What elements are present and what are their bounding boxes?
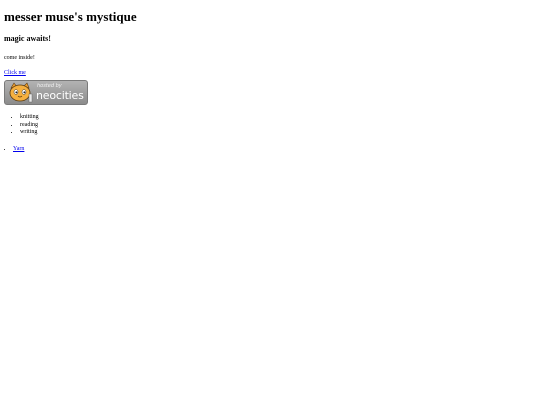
list-item: knitting: [20, 114, 536, 122]
list-item: writing: [20, 129, 536, 137]
neocities-badge[interactable]: hosted by neocities: [4, 80, 88, 105]
click-me-link[interactable]: Click me: [4, 70, 26, 76]
page-body: messer muse's mystique magic awaits! com…: [0, 9, 540, 153]
list-item: reading: [20, 122, 536, 130]
tagline: come inside!: [4, 55, 35, 61]
page-title: messer muse's mystique: [4, 9, 137, 24]
neocities-cat-icon: [9, 82, 33, 103]
badge-brand: neocities: [36, 89, 84, 102]
links-list: Yarn: [4, 145, 536, 153]
list-item: Yarn: [13, 145, 536, 153]
click-link-line: Click me: [4, 69, 536, 77]
page-subtitle: magic awaits!: [4, 34, 51, 43]
hobbies-list: knitting reading writing: [4, 114, 536, 137]
yarn-link[interactable]: Yarn: [13, 146, 24, 152]
